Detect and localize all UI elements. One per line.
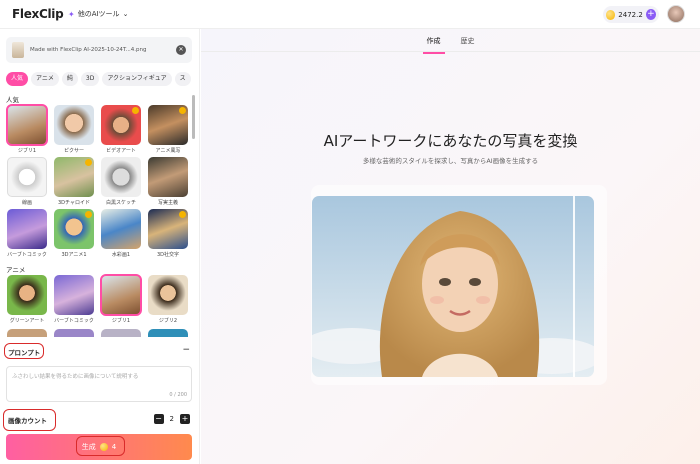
section-title-popular: 人気 (6, 96, 19, 104)
file-name: Made with FlexClip AI-2025-10-24T...4.pn… (30, 47, 147, 53)
ai-tools-menu[interactable]: ✦ 他のAIツール ⌄ (68, 9, 128, 19)
decrement-button[interactable]: − (153, 414, 164, 424)
style-tile[interactable]: 3Dアニメ1 (54, 209, 94, 261)
style-tile[interactable]: アニメ風写 (148, 105, 188, 157)
image-count-stepper: − 2 + (153, 414, 190, 424)
style-tile[interactable]: 白黒スケッチ (101, 157, 141, 209)
delete-file-icon[interactable]: ✕ (176, 45, 186, 55)
page-subtitle: 多様な芸術的スタイルを探求し、写真からAI画像を生成する (362, 157, 539, 165)
compare-slider[interactable] (573, 196, 575, 377)
prompt-input[interactable]: ふさわしい結果を得るために画像について説明する 0 / 200 (6, 366, 192, 402)
premium-icon (132, 107, 139, 114)
chevron-down-icon: ⌄ (122, 10, 129, 18)
uploaded-file: Made with FlexClip AI-2025-10-24T...4.pn… (6, 37, 192, 63)
credits-badge[interactable]: 2472.2 + (603, 6, 659, 23)
popular-style-grid: ジブリ1 ピクサー ビデオアート アニメ風写 線画 3Dチャロイド 白黒スケッチ… (6, 104, 188, 261)
style-list-scrollbar[interactable] (192, 95, 195, 139)
prompt-placeholder: ふさわしい結果を得るために画像について説明する (12, 374, 139, 380)
style-tile[interactable]: ジブリ1 (6, 104, 48, 157)
tab-create[interactable]: 作成 (422, 29, 445, 54)
collapse-icon[interactable]: − (182, 345, 190, 355)
top-bar: FlexClip ✦ 他のAIツール ⌄ 2472.2 + (0, 0, 700, 29)
ai-tools-label: 他のAIツール (77, 10, 120, 18)
chip-more[interactable]: ス (174, 72, 191, 86)
style-tile[interactable]: ビデオアート (101, 105, 141, 157)
style-tile[interactable]: バーブトコミック (54, 275, 94, 327)
file-thumbnail (12, 42, 24, 58)
prompt-char-count: 0 / 200 (169, 392, 187, 398)
style-tile[interactable]: 写実主義 (148, 157, 188, 209)
highlight-box (76, 436, 125, 456)
style-tile[interactable]: 3D社交字 (148, 209, 188, 261)
highlight-box (4, 343, 44, 359)
chip-action-figure[interactable]: アクションフィギュア (102, 72, 172, 86)
style-tile[interactable]: 水彩画1 (101, 209, 141, 261)
section-title-anime: アニメ (6, 266, 26, 274)
style-tile[interactable]: 線画 (7, 157, 47, 209)
premium-icon (179, 107, 186, 114)
premium-icon (179, 211, 186, 218)
page-title: AIアートワークにあなたの写真を変換 (323, 132, 578, 150)
chip-popular[interactable]: 人気 (6, 72, 29, 86)
premium-icon (85, 159, 92, 166)
add-credits-icon[interactable]: + (645, 9, 656, 20)
style-tile[interactable]: バーブトコミック (7, 209, 47, 261)
anime-style-grid: グリーンアート バーブトコミック ジブリ1 ジブリ2 (7, 274, 188, 327)
left-panel: Made with FlexClip AI-2025-10-24T...4.pn… (0, 29, 200, 464)
next-row-peek (7, 329, 194, 337)
increment-button[interactable]: + (180, 414, 190, 424)
chip-anime[interactable]: アニメ (31, 72, 59, 86)
premium-icon (85, 211, 92, 218)
user-avatar[interactable] (667, 5, 685, 23)
main-area: 作成 歴史 AIアートワークにあなたの写真を変換 多様な芸術的スタイルを探求し、… (201, 29, 700, 464)
tabs-divider (201, 51, 700, 52)
image-count-value: 2 (169, 415, 174, 423)
sparkle-icon: ✦ (68, 9, 75, 19)
chip-3d[interactable]: 3D (80, 72, 100, 86)
style-tile[interactable]: ピクサー (54, 105, 94, 157)
style-tile[interactable]: ジブリ2 (148, 275, 188, 327)
chip-pure[interactable]: 純 (61, 72, 78, 86)
style-category-tabs: 人気 アニメ 純 3D アクションフィギュア ス (6, 72, 194, 86)
flexclip-logo[interactable]: FlexClip (12, 7, 64, 21)
highlight-box (3, 409, 56, 431)
credits-value: 2472.2 (618, 10, 643, 19)
style-tile[interactable]: ジブリ1 (100, 274, 142, 327)
main-tabs: 作成 歴史 (201, 29, 700, 54)
style-tile[interactable]: グリーンアート (7, 275, 47, 327)
preview-image (312, 196, 594, 377)
style-tile[interactable]: 3Dチャロイド (54, 157, 94, 209)
tab-history[interactable]: 歴史 (461, 29, 475, 51)
coin-icon (606, 9, 616, 20)
